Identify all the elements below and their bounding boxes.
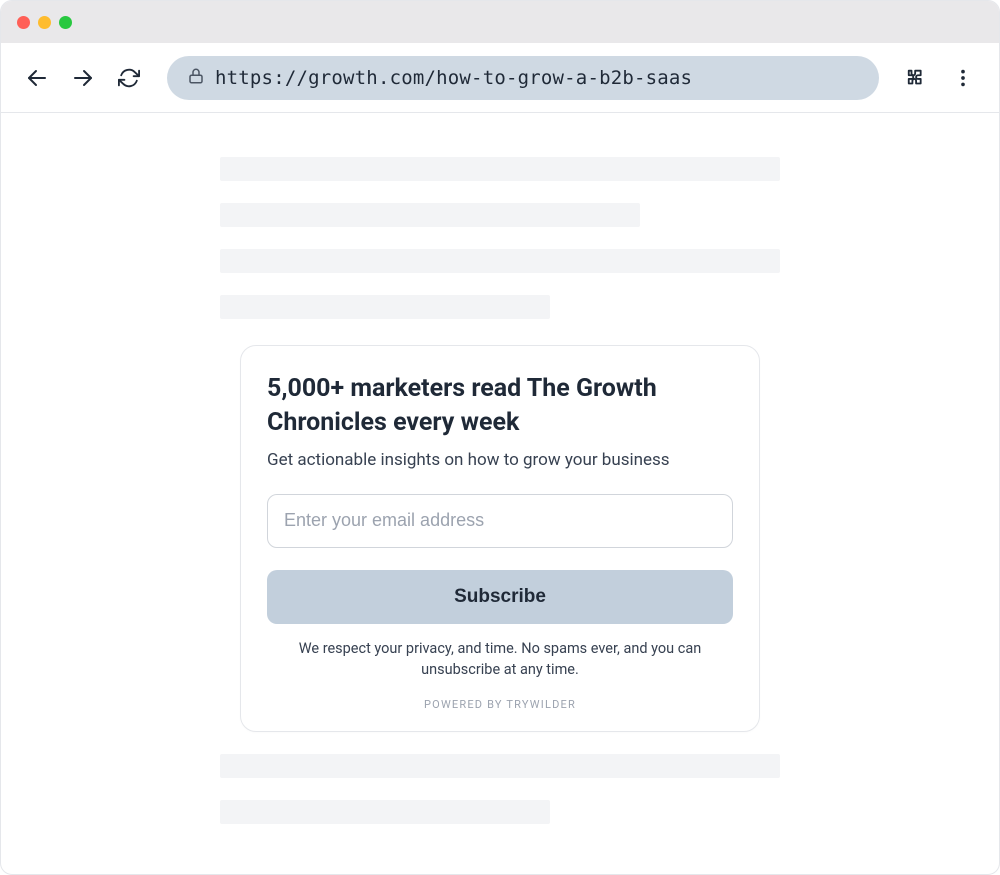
address-bar[interactable]: https://growth.com/how-to-grow-a-b2b-saa… bbox=[167, 56, 879, 100]
skeleton-line bbox=[220, 203, 640, 227]
puzzle-icon bbox=[906, 67, 928, 89]
window-titlebar bbox=[1, 1, 999, 43]
email-input[interactable] bbox=[267, 494, 733, 548]
toolbar-right bbox=[903, 64, 977, 92]
subscribe-card: 5,000+ marketers read The Growth Chronic… bbox=[240, 345, 760, 732]
window-maximize-button[interactable] bbox=[59, 16, 72, 29]
menu-button[interactable] bbox=[949, 64, 977, 92]
card-subtitle: Get actionable insights on how to grow y… bbox=[267, 450, 733, 470]
powered-by: POWERED BY TRYWILDER bbox=[267, 698, 733, 711]
more-vertical-icon bbox=[952, 67, 974, 89]
browser-toolbar: https://growth.com/how-to-grow-a-b2b-saa… bbox=[1, 43, 999, 113]
reload-icon bbox=[118, 67, 140, 89]
page-content: 5,000+ marketers read The Growth Chronic… bbox=[1, 113, 999, 874]
forward-button[interactable] bbox=[69, 64, 97, 92]
privacy-note: We respect your privacy, and time. No sp… bbox=[267, 638, 733, 680]
card-title: 5,000+ marketers read The Growth Chronic… bbox=[267, 372, 733, 440]
window-close-button[interactable] bbox=[17, 16, 30, 29]
skeleton-line bbox=[220, 249, 780, 273]
reload-button[interactable] bbox=[115, 64, 143, 92]
skeleton-line bbox=[220, 754, 780, 778]
back-button[interactable] bbox=[23, 64, 51, 92]
skeleton-line bbox=[220, 157, 780, 181]
lock-icon bbox=[187, 67, 205, 89]
browser-window: https://growth.com/how-to-grow-a-b2b-saa… bbox=[0, 0, 1000, 875]
subscribe-button[interactable]: Subscribe bbox=[267, 570, 733, 624]
article-column: 5,000+ marketers read The Growth Chronic… bbox=[220, 157, 780, 846]
window-minimize-button[interactable] bbox=[38, 16, 51, 29]
skeleton-line bbox=[220, 800, 550, 824]
arrow-right-icon bbox=[71, 66, 95, 90]
extensions-button[interactable] bbox=[903, 64, 931, 92]
skeleton-line bbox=[220, 295, 550, 319]
arrow-left-icon bbox=[25, 66, 49, 90]
url-text: https://growth.com/how-to-grow-a-b2b-saa… bbox=[215, 67, 692, 89]
